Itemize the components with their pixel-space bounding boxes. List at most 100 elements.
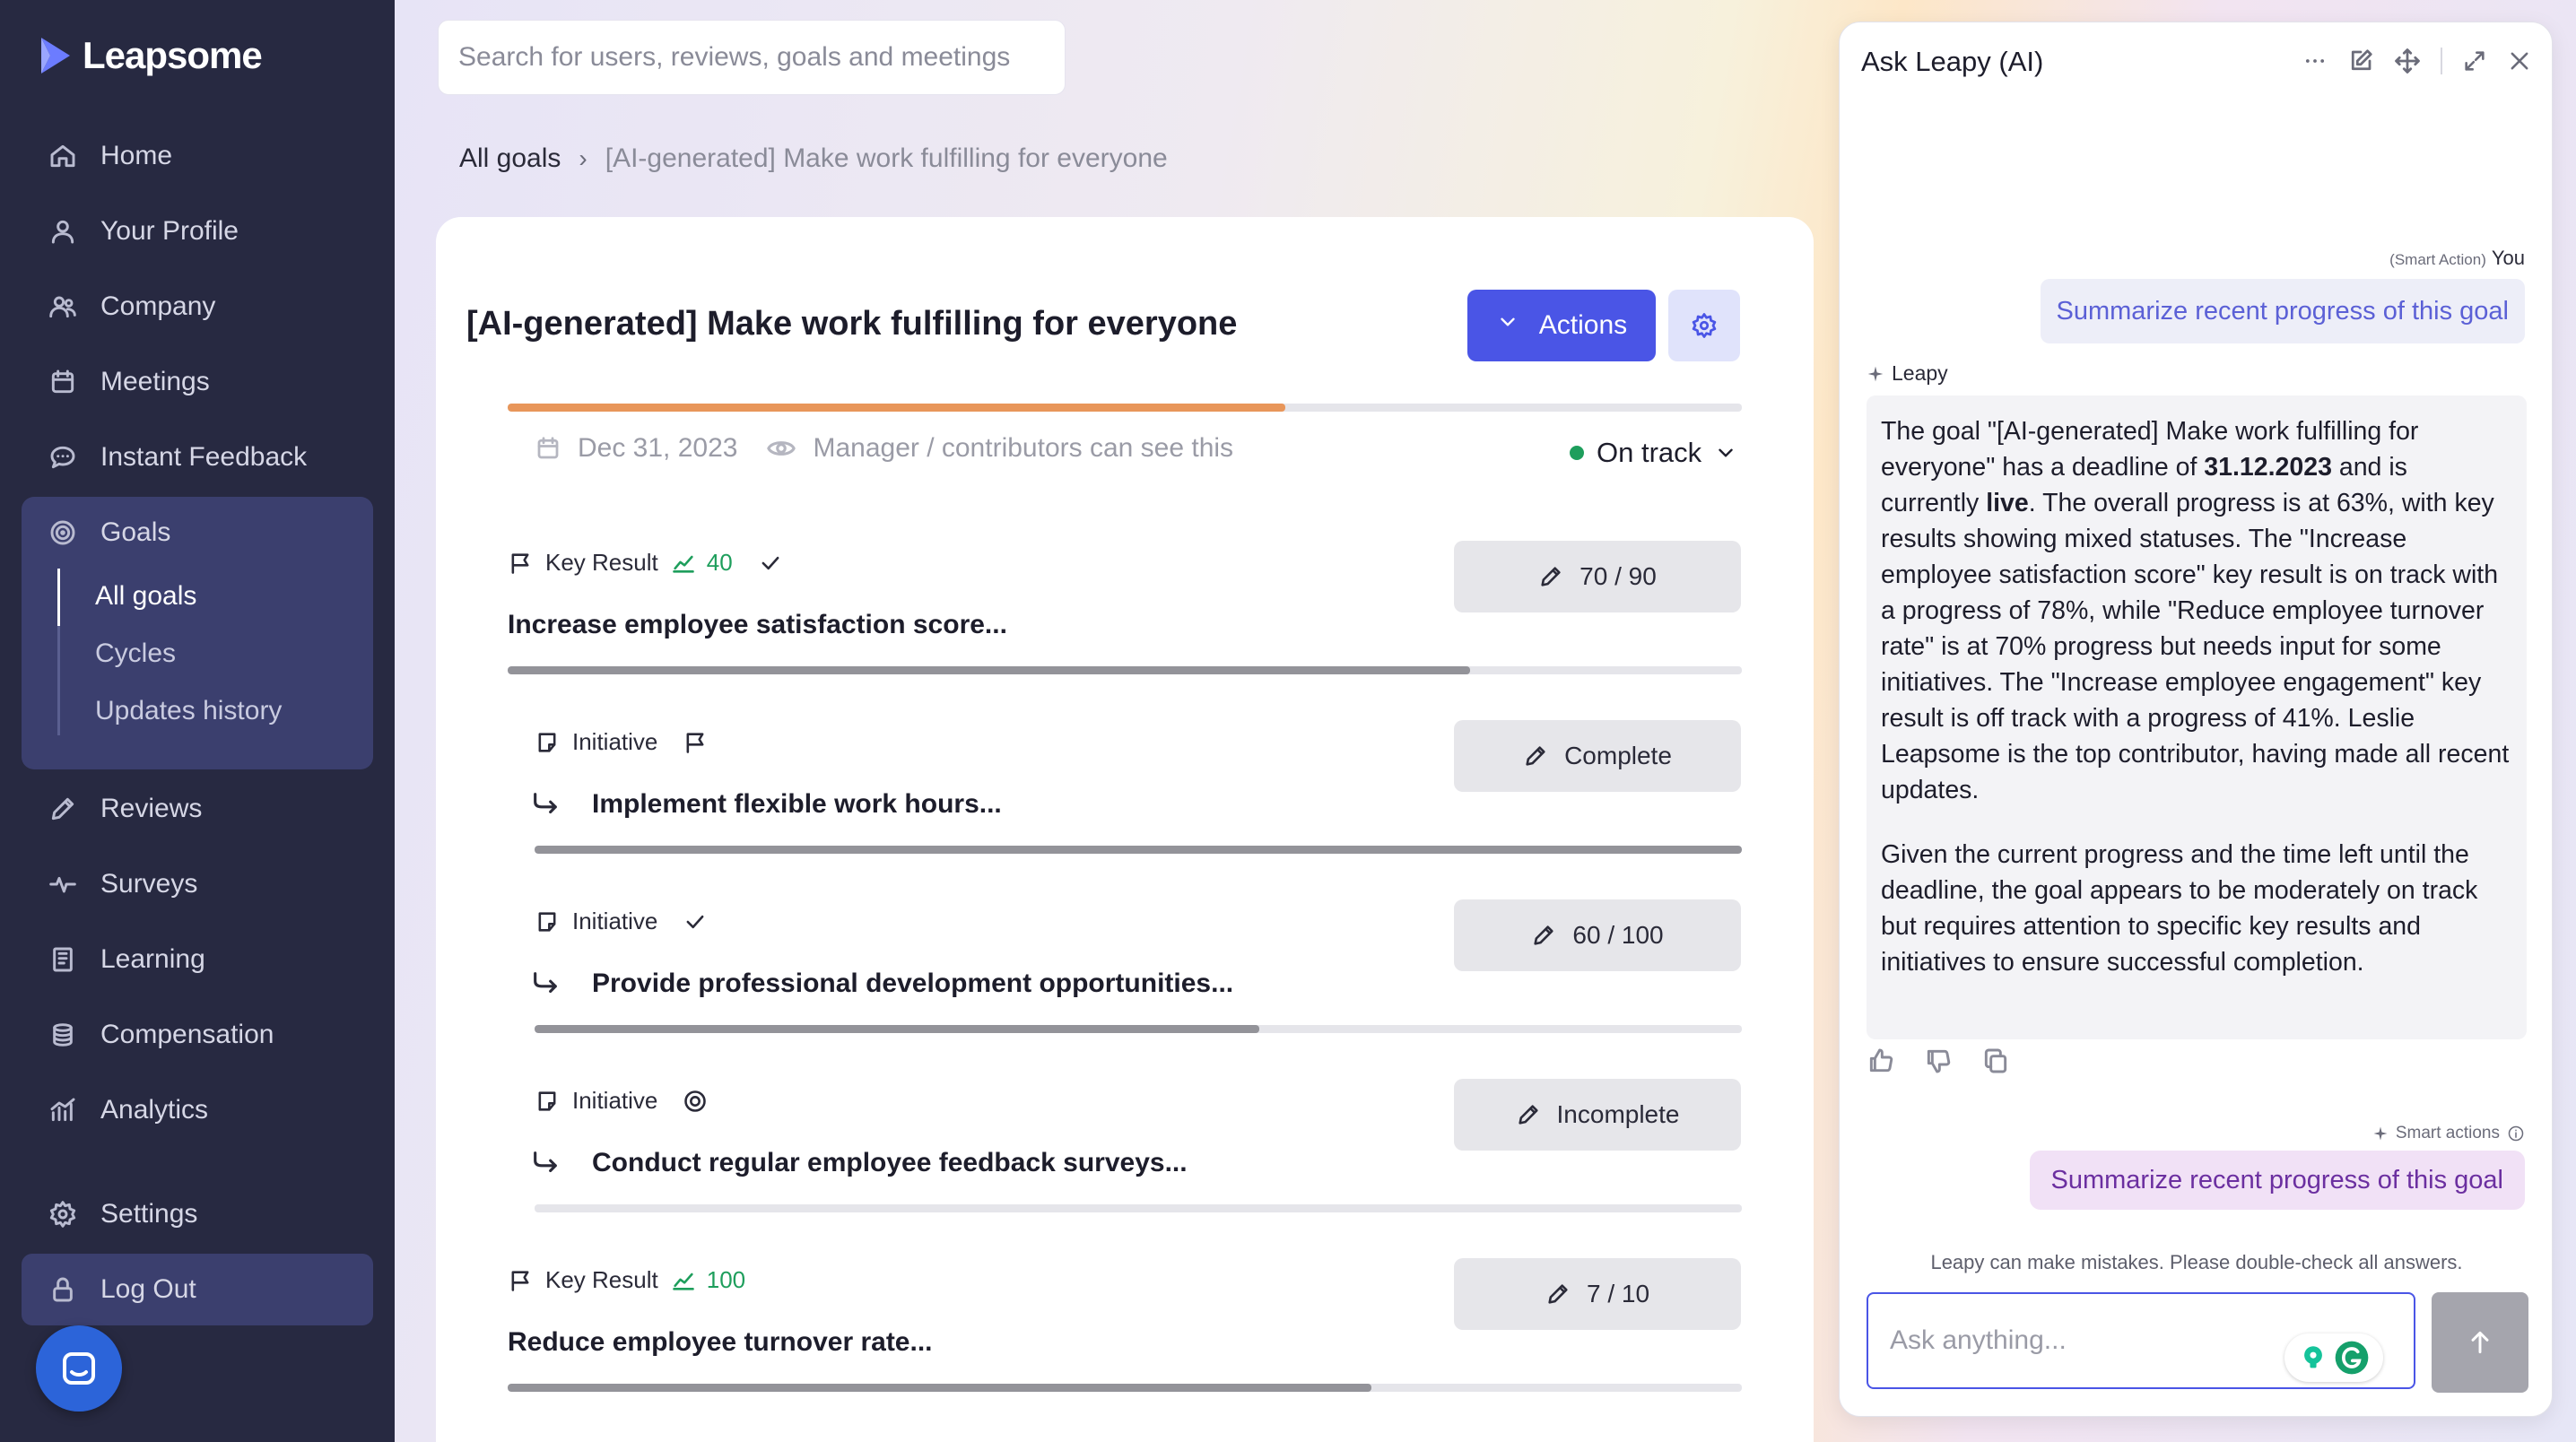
- nav-profile[interactable]: Your Profile: [22, 196, 373, 266]
- nav-home[interactable]: Home: [22, 121, 373, 191]
- progress-value: Incomplete: [1556, 1100, 1680, 1128]
- subnav-cycles[interactable]: Cycles: [95, 638, 176, 669]
- update-progress-button[interactable]: 60 / 100: [1454, 899, 1741, 971]
- new-chat-icon[interactable]: [2347, 48, 2374, 74]
- smart-action-button[interactable]: Summarize recent progress of this goal: [2029, 1151, 2525, 1210]
- check-icon: [758, 551, 783, 576]
- nav-settings[interactable]: Settings: [22, 1179, 373, 1249]
- update-progress-button[interactable]: 70 / 90: [1454, 541, 1741, 612]
- subitem-arrow-icon: [529, 969, 561, 1003]
- pencil-icon: [1538, 564, 1563, 589]
- item-progress-bar: [508, 1384, 1742, 1392]
- nav-goals-label: Goals: [100, 517, 171, 547]
- home-icon: [47, 140, 79, 172]
- complete-toggle-button[interactable]: Incomplete: [1454, 1079, 1741, 1151]
- goal-progress-fill: [508, 404, 1285, 412]
- status-dot: [1570, 446, 1584, 460]
- actions-button[interactable]: Actions: [1467, 290, 1656, 361]
- nav-meetings[interactable]: Meetings: [22, 347, 373, 417]
- nav-surveys[interactable]: Surveys: [22, 849, 373, 919]
- thumbs-up-icon[interactable]: [1867, 1047, 1895, 1075]
- brand-logo[interactable]: Leapsome: [38, 34, 263, 77]
- move-icon[interactable]: [2394, 48, 2421, 74]
- item-progress-fill: [508, 666, 1471, 674]
- breadcrumb-all-goals[interactable]: All goals: [459, 143, 561, 174]
- trend-icon: [672, 1273, 694, 1290]
- goal-status-dropdown[interactable]: On track: [1570, 437, 1737, 469]
- flag-icon: [683, 730, 708, 755]
- key-result-title[interactable]: Reduce employee turnover rate...: [508, 1327, 933, 1358]
- goal-settings-button[interactable]: [1668, 290, 1740, 361]
- leapsome-logo-icon: [41, 38, 70, 74]
- analytics-icon: [47, 1094, 79, 1126]
- answer-paragraph-1: The goal "[AI-generated] Make work fulfi…: [1881, 413, 2512, 808]
- nav-reviews[interactable]: Reviews: [22, 774, 373, 844]
- nav-goals[interactable]: Goals: [22, 498, 373, 568]
- target-icon: [683, 1089, 708, 1114]
- item-weight: 100: [706, 1266, 746, 1293]
- eye-icon: [766, 433, 796, 464]
- item-type: Initiative: [572, 728, 658, 755]
- nav-analytics[interactable]: Analytics: [22, 1075, 373, 1145]
- chevron-down-icon: [1714, 441, 1737, 465]
- subnav-all-goals[interactable]: All goals: [95, 581, 196, 612]
- support-chat-button[interactable]: [36, 1325, 122, 1412]
- users-icon: [47, 291, 79, 323]
- global-search-input[interactable]: Search for users, reviews, goals and mee…: [438, 20, 1066, 95]
- initiative-title[interactable]: Conduct regular employee feedback survey…: [592, 1148, 1188, 1178]
- goal-due-date: Dec 31, 2023: [578, 433, 738, 463]
- you-label: You: [2491, 247, 2525, 269]
- nav-company[interactable]: Company: [22, 272, 373, 342]
- grammarly-icon: [2334, 1340, 2370, 1376]
- ai-answer: The goal "[AI-generated] Make work fulfi…: [1867, 395, 2527, 1039]
- nav-meetings-label: Meetings: [100, 367, 210, 396]
- nav-home-label: Home: [100, 141, 173, 170]
- nav-instant-feedback[interactable]: Instant Feedback: [22, 422, 373, 492]
- ask-placeholder: Ask anything...: [1890, 1325, 2067, 1355]
- initiative-title[interactable]: Implement flexible work hours...: [592, 789, 1002, 820]
- pencil-icon: [47, 793, 79, 825]
- item-progress-fill: [508, 1384, 1372, 1392]
- nav-learning[interactable]: Learning: [22, 925, 373, 995]
- arrow-up-icon: [2466, 1328, 2494, 1357]
- goal-status-label: On track: [1597, 437, 1702, 468]
- info-icon[interactable]: [2507, 1125, 2525, 1142]
- nav-surveys-label: Surveys: [100, 869, 198, 899]
- pencil-icon: [1516, 1102, 1541, 1127]
- pencil-icon: [1545, 1281, 1571, 1307]
- expand-icon[interactable]: [2462, 48, 2487, 74]
- item-progress-bar: [535, 846, 1742, 854]
- gear-icon: [1691, 312, 1718, 339]
- thumbs-down-icon[interactable]: [1924, 1047, 1953, 1075]
- leapy-name: Leapy: [1892, 361, 1948, 385]
- nav-learning-label: Learning: [100, 944, 205, 974]
- note-icon: [535, 909, 560, 934]
- close-icon[interactable]: [2507, 48, 2532, 74]
- nav-compensation[interactable]: Compensation: [22, 1000, 373, 1070]
- complete-toggle-button[interactable]: Complete: [1454, 720, 1741, 792]
- initiative-header: Initiative: [535, 908, 708, 935]
- subnav-updates-history[interactable]: Updates history: [95, 696, 282, 726]
- nav-settings-label: Settings: [100, 1199, 198, 1229]
- key-result-title[interactable]: Increase employee satisfaction score...: [508, 610, 1007, 640]
- goal-progress-bar: [508, 404, 1742, 412]
- update-progress-button[interactable]: 7 / 10: [1454, 1258, 1741, 1330]
- user-message-label: (Smart Action) You: [2389, 247, 2525, 270]
- key-result-header: Key Result 100: [508, 1266, 745, 1294]
- grammarly-widget[interactable]: [2284, 1333, 2383, 1382]
- breadcrumb-current: [AI-generated] Make work fulfilling for …: [605, 143, 1168, 173]
- more-icon[interactable]: [2302, 48, 2328, 74]
- item-weight: 40: [706, 549, 733, 576]
- trend-icon: [672, 555, 694, 573]
- submenu-active-indicator: [57, 569, 60, 626]
- answer-paragraph-2: Given the current progress and the time …: [1881, 840, 2478, 977]
- nav-logout[interactable]: Log Out: [22, 1255, 373, 1325]
- copy-icon[interactable]: [1981, 1047, 2010, 1075]
- user-message: Summarize recent progress of this goal: [2040, 279, 2525, 343]
- subitem-arrow-icon: [529, 789, 561, 824]
- initiative-title[interactable]: Provide professional development opportu…: [592, 969, 1233, 999]
- chevron-down-icon: [1496, 310, 1519, 341]
- send-button[interactable]: [2432, 1292, 2528, 1393]
- ai-panel-toolbar: [2302, 48, 2532, 74]
- check-icon: [683, 909, 708, 934]
